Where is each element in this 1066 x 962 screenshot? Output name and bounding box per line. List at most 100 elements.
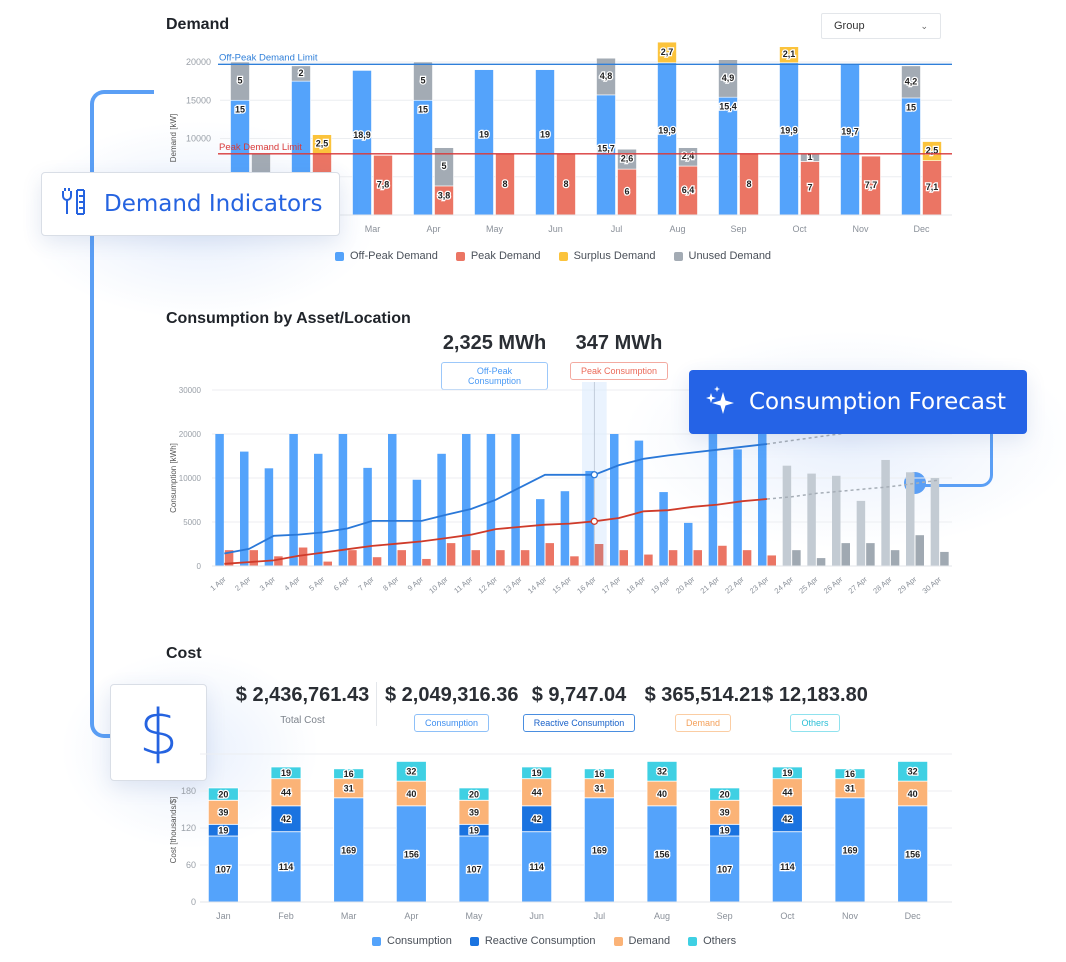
x-tick-label: 7 Apr: [356, 574, 376, 592]
x-tick-label: 17 Apr: [600, 574, 623, 595]
x-tick-label: Jul: [611, 224, 623, 234]
y-axis-title: Demand [kW]: [169, 114, 178, 162]
legend-item[interactable]: Surplus Demand: [558, 250, 656, 262]
legend-item[interactable]: Demand: [613, 935, 670, 947]
y-tick-label: 20000: [179, 430, 202, 439]
x-tick-label: 2 Apr: [233, 574, 253, 592]
bar-value-label: 6,4: [682, 185, 695, 195]
consumption-bar-peak: [890, 550, 900, 566]
consumption-bar-peak: [693, 550, 702, 566]
x-tick-label: Aug: [654, 911, 670, 921]
bar-value-label: 16: [594, 769, 604, 779]
bar-value-label: 7: [807, 183, 812, 193]
consumption-bar-peak: [471, 550, 480, 566]
kpi-others-cost: $ 12,183.80 Others: [762, 684, 868, 732]
consumption-bar-peak: [249, 550, 258, 566]
bar-segment: [840, 63, 860, 216]
y-tick-label: 15000: [186, 95, 211, 105]
x-tick-label: 18 Apr: [625, 574, 648, 595]
bar-value-label: 7,1: [926, 182, 939, 192]
consumption-bar-offpeak: [338, 434, 348, 566]
legend-item[interactable]: Peak Demand: [455, 250, 541, 262]
consumption-forecast-callout[interactable]: Consumption Forecast: [689, 370, 1027, 434]
consumption-bar-offpeak: [412, 479, 422, 566]
x-tick-label: 22 Apr: [723, 574, 746, 595]
consumption-bar-peak: [298, 547, 308, 566]
bar-value-label: 40: [657, 789, 667, 799]
x-tick-label: 27 Apr: [847, 574, 870, 595]
legend-label: Surplus Demand: [573, 250, 656, 262]
bar-value-label: 2,4: [682, 151, 695, 161]
demand-indicators-callout[interactable]: Demand Indicators: [41, 172, 340, 236]
legend-item[interactable]: Unused Demand: [673, 250, 772, 262]
x-tick-label: 9 Apr: [406, 574, 426, 592]
bar-value-label: 7,8: [377, 180, 390, 190]
legend-swatch: [613, 936, 623, 946]
reference-line-label: Off-Peak Demand Limit: [219, 52, 318, 63]
bar-segment: [535, 69, 555, 216]
y-tick-label: 30000: [179, 386, 202, 395]
x-tick-label: Nov: [852, 224, 869, 234]
y-tick-label: 120: [181, 823, 196, 833]
x-tick-label: 14 Apr: [526, 574, 549, 595]
legend-item[interactable]: Consumption: [372, 935, 452, 947]
consumption-bar-peak: [274, 556, 283, 566]
consumption-bar-offpeak: [437, 453, 446, 566]
x-tick-label: Mar: [341, 911, 357, 921]
consumption-bar-peak: [940, 551, 949, 566]
x-tick-label: Apr: [426, 224, 440, 234]
bar-value-label: 31: [344, 784, 354, 794]
plug-meter-icon: [60, 187, 90, 221]
legend-label: Unused Demand: [688, 250, 772, 262]
consumption-bar-offpeak: [782, 465, 792, 566]
legend-item[interactable]: Others: [688, 935, 736, 947]
x-tick-label: Jan: [216, 911, 231, 921]
x-tick-label: Mar: [365, 224, 381, 234]
demand-legend: Off-Peak Demand Peak Demand Surplus Demand…: [335, 250, 771, 262]
kpi-value: 2,325 MWh: [442, 332, 547, 354]
x-tick-label: 26 Apr: [822, 574, 845, 595]
x-tick-label: 21 Apr: [699, 574, 722, 595]
x-tick-label: 4 Apr: [282, 574, 302, 592]
legend-item[interactable]: Reactive Consumption: [469, 935, 596, 947]
bar-value-label: 8: [502, 179, 507, 189]
legend-label: Reactive Consumption: [484, 935, 596, 947]
x-tick-label: Sep: [717, 911, 733, 921]
x-tick-label: Sep: [730, 224, 746, 234]
legend-item[interactable]: Off-Peak Demand: [335, 250, 438, 262]
consumption-bar-offpeak: [906, 472, 915, 566]
bar-value-label: 19,7: [841, 126, 859, 136]
consumption-bar-peak: [397, 550, 406, 566]
bar-value-label: 39: [469, 808, 479, 818]
bar-value-label: 4,2: [905, 76, 918, 86]
bar-value-label: 5: [237, 76, 242, 86]
consumption-bar-offpeak: [560, 491, 570, 566]
kpi-consumption-cost: $ 2,049,316.36 Consumption: [385, 684, 518, 732]
consumption-title: Consumption by Asset/Location: [166, 310, 411, 327]
x-tick-label: 30 Apr: [921, 574, 944, 595]
consumption-bar-peak: [422, 558, 431, 566]
cost-title: Cost: [166, 645, 202, 662]
consumption-bar-offpeak: [363, 467, 372, 566]
bar-value-label: 19: [532, 768, 542, 778]
x-tick-label: Jun: [548, 224, 563, 234]
bar-value-label: 20: [720, 789, 730, 799]
bar-value-label: 19,9: [658, 126, 676, 136]
bar-value-label: 169: [341, 845, 356, 855]
bar-value-label: 32: [406, 767, 416, 777]
sparkles-icon: [703, 384, 735, 421]
bar-value-label: 2,5: [316, 139, 329, 149]
x-tick-label: 8 Apr: [381, 574, 401, 592]
kpi-divider: [376, 682, 377, 726]
bar-value-label: 8: [563, 179, 568, 189]
bar-value-label: 15,4: [719, 102, 737, 112]
consumption-bar-offpeak: [289, 434, 298, 566]
y-tick-label: 180: [181, 786, 196, 796]
bar-value-label: 39: [720, 808, 730, 818]
x-tick-label: Dec: [913, 224, 930, 234]
x-tick-label: 3 Apr: [258, 574, 278, 592]
consumption-bar-offpeak: [264, 468, 274, 566]
x-tick-label: Aug: [669, 224, 685, 234]
consumption-bar-offpeak: [684, 522, 693, 566]
consumption-bar-offpeak: [659, 492, 668, 566]
